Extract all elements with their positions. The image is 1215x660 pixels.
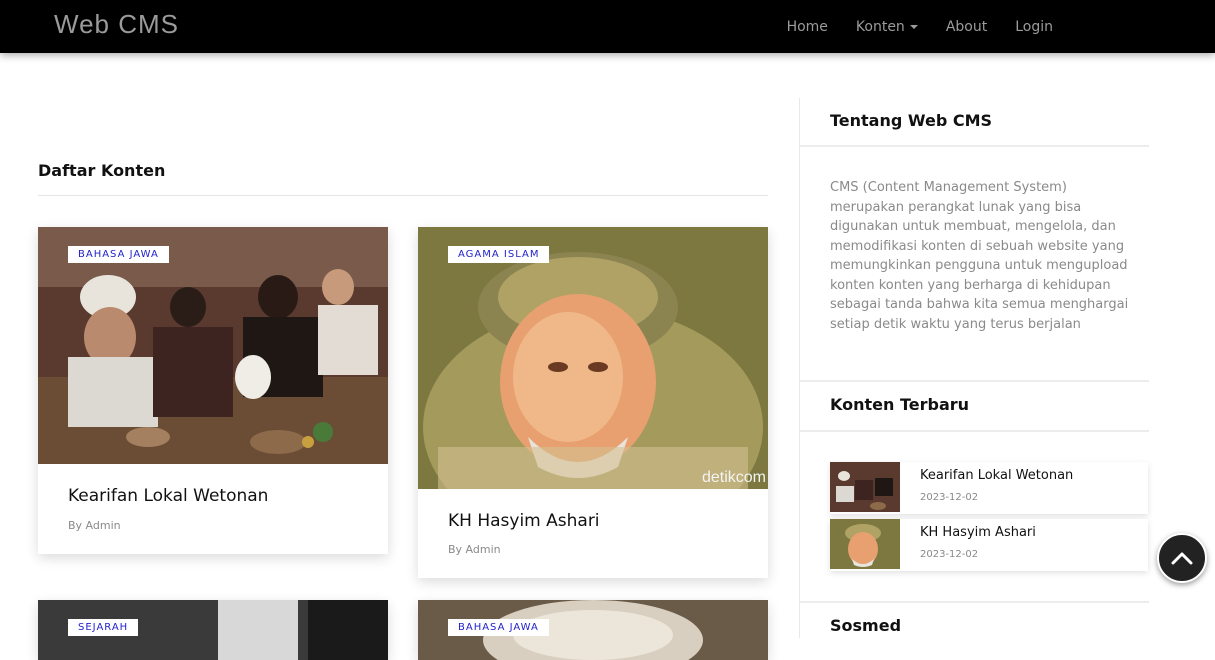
about-text: CMS (Content Management System) merupaka…	[830, 180, 1129, 332]
card-title[interactable]: Kearifan Lokal Wetonan	[68, 486, 268, 506]
recent-date: 2023-12-02	[920, 549, 979, 560]
chevron-up-icon	[1171, 552, 1193, 565]
content-card[interactable]: AGAMA ISLAM detikcom KH Hasyim Ashari By…	[418, 227, 768, 578]
content-card[interactable]: BAHASA JAWA	[418, 600, 768, 660]
caret-down-icon	[909, 24, 918, 29]
card-image[interactable]: SEJARAH	[38, 600, 388, 660]
content-card[interactable]: SEJARAH	[38, 600, 388, 660]
card-image[interactable]: BAHASA JAWA	[38, 227, 388, 464]
sidebar: Tentang Web CMS CMS (Content Management …	[799, 98, 1149, 638]
card-image[interactable]: AGAMA ISLAM detikcom	[418, 227, 768, 489]
sidebar-divider	[800, 601, 1149, 603]
recent-thumbnail[interactable]	[830, 519, 900, 569]
section-divider	[38, 195, 768, 196]
nav-home-label: Home	[786, 18, 828, 35]
about-heading: Tentang Web CMS	[830, 111, 993, 130]
category-badge[interactable]: SEJARAH	[68, 619, 139, 636]
section-title: Daftar Konten	[38, 161, 166, 180]
card-author: By Admin	[448, 543, 501, 556]
scroll-to-top-button[interactable]	[1157, 533, 1207, 583]
nav-login-label: Login	[1015, 18, 1053, 35]
recent-title[interactable]: KH Hasyim Ashari	[920, 525, 1036, 540]
content-card[interactable]: BAHASA JAWA Kearifan Lokal Wetonan By Ad…	[38, 227, 388, 554]
nav-login[interactable]: Login	[1001, 19, 1067, 35]
sidebar-divider	[800, 430, 1149, 432]
category-badge[interactable]: BAHASA JAWA	[448, 619, 549, 636]
recent-item[interactable]: Kearifan Lokal Wetonan 2023-12-02	[830, 462, 1148, 514]
recent-thumbnail[interactable]	[830, 462, 900, 512]
nav-home[interactable]: Home	[773, 19, 842, 35]
navbar: Web CMS Home Konten About Login	[0, 0, 1215, 53]
nav-about[interactable]: About	[932, 19, 1001, 35]
sidebar-divider	[800, 380, 1149, 382]
sosmed-heading: Sosmed	[830, 616, 902, 635]
nav-konten-label: Konten	[855, 18, 905, 35]
recent-date: 2023-12-02	[920, 492, 979, 503]
nav-links: Home Konten About Login	[773, 0, 1067, 53]
card-image[interactable]: BAHASA JAWA	[418, 600, 768, 660]
category-badge[interactable]: BAHASA JAWA	[68, 246, 169, 263]
brand-logo[interactable]: Web CMS	[54, 9, 179, 40]
recent-title[interactable]: Kearifan Lokal Wetonan	[920, 468, 1073, 483]
recent-item[interactable]: KH Hasyim Ashari 2023-12-02	[830, 519, 1148, 571]
recent-heading: Konten Terbaru	[830, 395, 970, 414]
card-title[interactable]: KH Hasyim Ashari	[448, 511, 600, 531]
sidebar-divider	[800, 145, 1149, 147]
image-watermark: detikcom	[701, 469, 766, 486]
nav-about-label: About	[945, 18, 988, 35]
nav-konten-dropdown[interactable]: Konten	[842, 19, 932, 35]
category-badge[interactable]: AGAMA ISLAM	[448, 246, 550, 263]
card-author: By Admin	[68, 519, 121, 532]
